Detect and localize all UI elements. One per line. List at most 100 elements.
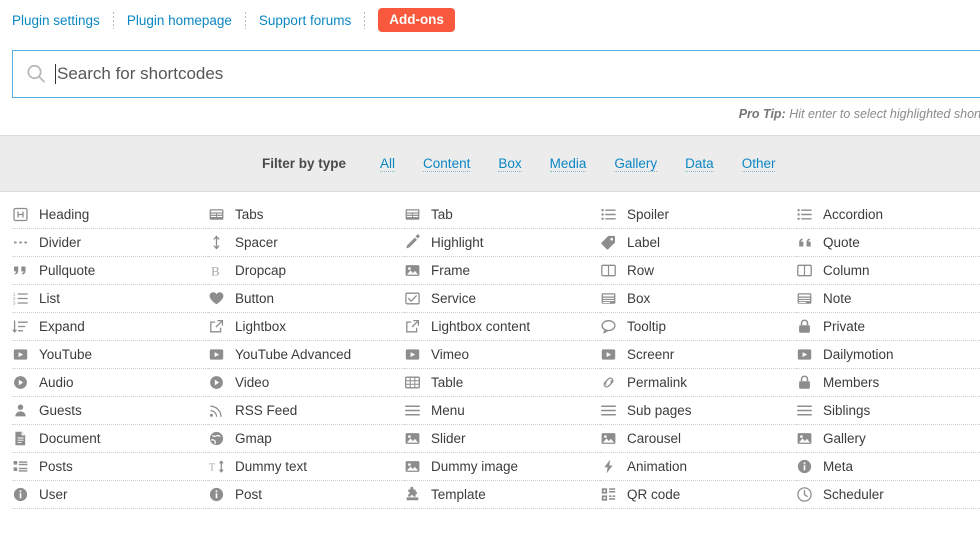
shortcode-item-youtube[interactable]: YouTube — [12, 341, 208, 369]
shortcode-item-column[interactable]: Column — [796, 257, 980, 285]
search-input[interactable] — [57, 64, 980, 84]
shortcode-item-lightbox[interactable]: Lightbox — [208, 313, 404, 341]
nav-link-support-forums[interactable]: Support forums — [259, 13, 351, 28]
shortcode-item-scheduler[interactable]: Scheduler — [796, 481, 980, 509]
shortcode-item-list[interactable]: 1 2 3 List — [12, 285, 208, 313]
shortcode-item-tabs[interactable]: Tabs — [208, 201, 404, 229]
pro-tip-text: Pro Tip: Hit enter to select highlighted… — [12, 98, 980, 121]
nav-link-plugin-homepage[interactable]: Plugin homepage — [127, 13, 232, 28]
table-icon — [404, 374, 421, 391]
shortcode-label: Lightbox content — [431, 319, 531, 334]
shortcode-label: Tabs — [235, 207, 264, 222]
shortcode-label: Siblings — [823, 403, 871, 418]
info-circle-icon — [12, 486, 29, 503]
shortcode-label: Guests — [39, 403, 82, 418]
search-bar[interactable] — [12, 50, 980, 98]
shortcode-item-note[interactable]: Note — [796, 285, 980, 313]
shortcode-item-tooltip[interactable]: Tooltip — [600, 313, 796, 341]
shortcode-item-carousel[interactable]: Carousel — [600, 425, 796, 453]
shortcode-item-frame[interactable]: Frame — [404, 257, 600, 285]
pro-tip-prefix: Pro Tip: — [738, 107, 786, 121]
shortcode-item-accordion[interactable]: Accordion — [796, 201, 980, 229]
shortcode-item-heading[interactable]: Heading — [12, 201, 208, 229]
shortcode-label: Members — [823, 375, 880, 390]
shortcode-item-audio[interactable]: Audio — [12, 369, 208, 397]
svg-text:3: 3 — [13, 301, 16, 306]
shortcode-item-guests[interactable]: Guests — [12, 397, 208, 425]
heading-icon — [12, 206, 29, 223]
filter-option-media[interactable]: Media — [549, 156, 587, 172]
shortcode-item-tab[interactable]: Tab — [404, 201, 600, 229]
shortcode-item-divider[interactable]: Divider — [12, 229, 208, 257]
shortcode-item-dropcap[interactable]: B Dropcap — [208, 257, 404, 285]
shortcode-item-table[interactable]: Table — [404, 369, 600, 397]
columns-icon — [600, 262, 617, 279]
shortcode-item-document[interactable]: Document — [12, 425, 208, 453]
shortcode-item-dailymotion[interactable]: Dailymotion — [796, 341, 980, 369]
shortcode-item-vimeo[interactable]: Vimeo — [404, 341, 600, 369]
shortcode-item-permalink[interactable]: Permalink — [600, 369, 796, 397]
shortcode-label: Row — [627, 263, 655, 278]
filter-option-gallery[interactable]: Gallery — [614, 156, 658, 172]
shortcode-item-pullquote[interactable]: Pullquote — [12, 257, 208, 285]
shortcode-label: Menu — [431, 403, 465, 418]
shortcode-item-label[interactable]: Label — [600, 229, 796, 257]
shortcode-label: Scheduler — [823, 487, 884, 502]
shortcode-item-lightbox-content[interactable]: Lightbox content — [404, 313, 600, 341]
sort-amount-icon — [12, 318, 29, 335]
addons-button[interactable]: Add-ons — [378, 7, 455, 33]
shortcode-item-quote[interactable]: Quote — [796, 229, 980, 257]
shortcode-item-row[interactable]: Row — [600, 257, 796, 285]
image-icon — [404, 262, 421, 279]
shortcode-item-sub-pages[interactable]: Sub pages — [600, 397, 796, 425]
shortcode-item-qr-code[interactable]: QR code — [600, 481, 796, 509]
search-icon — [25, 63, 47, 85]
shortcode-label: Dummy image — [431, 459, 519, 474]
shortcode-item-menu[interactable]: Menu — [404, 397, 600, 425]
shortcode-item-button[interactable]: Button — [208, 285, 404, 313]
shortcode-label: QR code — [627, 487, 681, 502]
shortcode-item-siblings[interactable]: Siblings — [796, 397, 980, 425]
filter-option-content[interactable]: Content — [423, 156, 471, 172]
shortcode-label: Dailymotion — [823, 347, 894, 362]
shortcode-label: Gallery — [823, 431, 866, 446]
shortcode-item-template[interactable]: Template — [404, 481, 600, 509]
shortcode-label: YouTube Advanced — [235, 347, 352, 362]
nav-link-plugin-settings[interactable]: Plugin settings — [12, 13, 100, 28]
shortcode-item-spoiler[interactable]: Spoiler — [600, 201, 796, 229]
comment-icon — [600, 318, 617, 335]
shortcode-label: Pullquote — [39, 263, 96, 278]
shortcode-item-private[interactable]: Private — [796, 313, 980, 341]
filter-option-all[interactable]: All — [380, 156, 396, 172]
shortcode-item-animation[interactable]: Animation — [600, 453, 796, 481]
shortcode-item-service[interactable]: Service — [404, 285, 600, 313]
shortcode-item-members[interactable]: Members — [796, 369, 980, 397]
shortcode-item-video[interactable]: Video — [208, 369, 404, 397]
document-icon — [12, 430, 29, 447]
shortcode-item-dummy-image[interactable]: Dummy image — [404, 453, 600, 481]
shortcode-item-gallery[interactable]: Gallery — [796, 425, 980, 453]
shortcode-item-posts[interactable]: Posts — [12, 453, 208, 481]
filter-option-box[interactable]: Box — [498, 156, 522, 172]
shortcode-item-rss-feed[interactable]: RSS Feed — [208, 397, 404, 425]
shortcode-item-spacer[interactable]: Spacer — [208, 229, 404, 257]
shortcode-item-meta[interactable]: Meta — [796, 453, 980, 481]
bars-icon — [796, 402, 813, 419]
play-circle-icon — [208, 374, 225, 391]
filter-option-other[interactable]: Other — [741, 156, 776, 172]
shortcode-item-user[interactable]: User — [12, 481, 208, 509]
list-grid-icon — [12, 458, 29, 475]
shortcode-item-box[interactable]: Box — [600, 285, 796, 313]
shortcode-item-dummy-text[interactable]: T Dummy text — [208, 453, 404, 481]
shortcode-item-expand[interactable]: Expand — [12, 313, 208, 341]
shortcode-item-youtube-advanced[interactable]: YouTube Advanced — [208, 341, 404, 369]
shortcode-label: Lightbox — [235, 319, 287, 334]
filter-option-data[interactable]: Data — [685, 156, 714, 172]
shortcode-item-slider[interactable]: Slider — [404, 425, 600, 453]
box-icon — [600, 290, 617, 307]
shortcode-item-post[interactable]: Post — [208, 481, 404, 509]
shortcode-item-screenr[interactable]: Screenr — [600, 341, 796, 369]
image-icon — [404, 430, 421, 447]
shortcode-item-highlight[interactable]: Highlight — [404, 229, 600, 257]
shortcode-item-gmap[interactable]: Gmap — [208, 425, 404, 453]
